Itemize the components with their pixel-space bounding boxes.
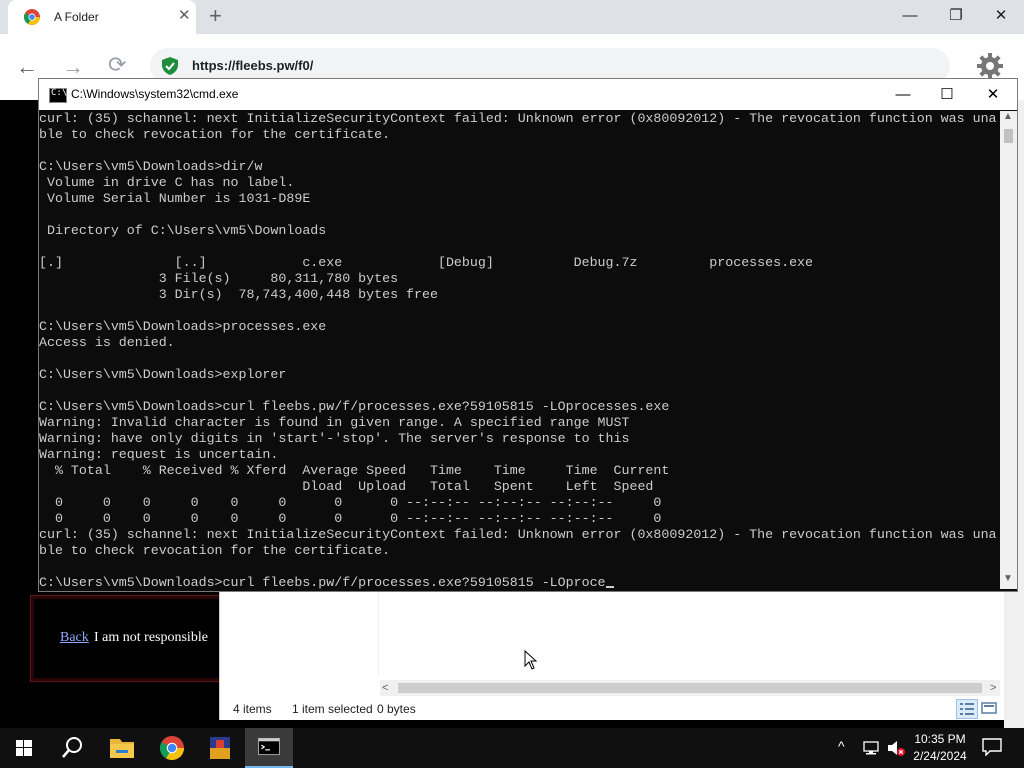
url-text[interactable]: https://fleebs.pw/f0/ bbox=[192, 58, 313, 73]
scroll-up-icon[interactable]: ▲ bbox=[1003, 111, 1013, 122]
console-line: Warning: request is uncertain. bbox=[39, 447, 279, 462]
console-line: Volume in drive C has no label. bbox=[39, 175, 295, 190]
console-line: 0 0 0 0 0 0 0 0 --:--:-- --:--:-- --:--:… bbox=[39, 495, 662, 510]
scrollbar-thumb[interactable] bbox=[1004, 129, 1013, 143]
console-lines: curl: (35) schannel: next InitializeSecu… bbox=[39, 111, 999, 575]
file-explorer-icon[interactable] bbox=[98, 728, 146, 768]
reload-button[interactable]: ⟳ bbox=[108, 52, 126, 78]
cmd-maximize-button[interactable]: ☐ bbox=[925, 83, 969, 107]
console-line: Volume Serial Number is 1031-D89E bbox=[39, 191, 311, 206]
scrollbar-thumb[interactable] bbox=[398, 683, 982, 693]
large-icons-view-icon[interactable] bbox=[980, 700, 998, 716]
console-line: Warning: Invalid character is found in g… bbox=[39, 415, 630, 430]
windows-start-icon[interactable] bbox=[0, 728, 48, 768]
chrome-icon[interactable] bbox=[148, 728, 196, 768]
browser-tab-strip: A Folder ✕ + — ❐ ✕ bbox=[0, 0, 1024, 34]
cmd-minimize-button[interactable]: — bbox=[881, 83, 925, 107]
console-line: Access is denied. bbox=[39, 335, 175, 350]
browser-minimize-button[interactable]: — bbox=[890, 5, 930, 27]
disclaimer-text: I am not responsible bbox=[94, 630, 208, 645]
console-line: [.] [..] c.exe [Debug] Debug.7z processe… bbox=[39, 255, 814, 270]
browser-tab[interactable]: A Folder ✕ bbox=[8, 0, 196, 34]
console-output[interactable]: curl: (35) schannel: next InitializeSecu… bbox=[39, 111, 999, 589]
selection-count: 1 item selected bbox=[292, 702, 373, 716]
tab-title: A Folder bbox=[54, 10, 99, 24]
console-line: Directory of C:\Users\vm5\Downloads bbox=[39, 223, 327, 238]
forward-button[interactable]: → bbox=[62, 54, 84, 80]
console-line: 3 Dir(s) 78,743,400,448 bytes free bbox=[39, 287, 438, 302]
console-line: C:\Users\vm5\Downloads>processes.exe bbox=[39, 319, 327, 334]
cmd-taskbar-icon[interactable] bbox=[245, 728, 293, 768]
console-line: % Total % Received % Xferd Average Speed… bbox=[39, 463, 670, 478]
scroll-down-icon[interactable]: ▼ bbox=[1003, 573, 1013, 584]
app-icon[interactable] bbox=[196, 728, 244, 768]
scroll-right-icon[interactable]: > bbox=[990, 680, 996, 696]
console-line: Dload Upload Total Spent Left Speed bbox=[39, 479, 654, 494]
clock-time[interactable]: 10:35 PM bbox=[912, 732, 968, 746]
cmd-title-bar[interactable]: C:\ C:\Windows\system32\cmd.exe — ☐ ✕ bbox=[39, 79, 1017, 110]
cmd-window[interactable]: C:\ C:\Windows\system32\cmd.exe — ☐ ✕ cu… bbox=[38, 78, 1018, 592]
taskbar: ^ 10:35 PM 2/24/2024 bbox=[0, 728, 1024, 768]
console-line: C:\Users\vm5\Downloads>curl fleebs.pw/f/… bbox=[39, 399, 670, 414]
gear-icon[interactable] bbox=[976, 52, 1004, 80]
search-icon[interactable] bbox=[48, 728, 96, 768]
mouse-cursor-icon bbox=[524, 650, 538, 670]
console-line: C:\Users\vm5\Downloads>explorer bbox=[39, 367, 287, 382]
chrome-icon bbox=[24, 9, 40, 25]
pane-divider[interactable] bbox=[378, 586, 379, 676]
back-button[interactable]: ← bbox=[16, 54, 38, 80]
console-prompt-line: C:\Users\vm5\Downloads>curl fleebs.pw/f/… bbox=[39, 575, 606, 589]
horizontal-scrollbar[interactable]: < > bbox=[380, 680, 1000, 696]
status-bar: 4 items 1 item selected 0 bytes bbox=[220, 698, 1005, 720]
vertical-scrollbar[interactable]: ▲ ▼ bbox=[1000, 111, 1017, 589]
console-line: curl: (35) schannel: next InitializeSecu… bbox=[39, 111, 997, 126]
console-line: 3 File(s) 80,311,780 bytes bbox=[39, 271, 399, 286]
clock-date[interactable]: 2/24/2024 bbox=[908, 749, 972, 763]
action-center-icon[interactable] bbox=[982, 738, 1002, 756]
console-line: Warning: have only digits in 'start'-'st… bbox=[39, 431, 630, 446]
console-line: 0 0 0 0 0 0 0 0 --:--:-- --:--:-- --:--:… bbox=[39, 511, 662, 526]
console-line: C:\Users\vm5\Downloads>dir/w bbox=[39, 159, 263, 174]
console-line: ble to check revocation for the certific… bbox=[39, 543, 391, 558]
scroll-left-icon[interactable]: < bbox=[382, 680, 388, 696]
details-view-icon[interactable] bbox=[956, 699, 978, 719]
shield-check-icon bbox=[162, 57, 178, 75]
cmd-close-button[interactable]: ✕ bbox=[971, 83, 1015, 107]
console-line: ble to check revocation for the certific… bbox=[39, 127, 391, 142]
show-hidden-icons-chevron-icon[interactable]: ^ bbox=[838, 738, 845, 754]
cmd-window-title: C:\Windows\system32\cmd.exe bbox=[71, 87, 239, 101]
item-count: 4 items bbox=[233, 702, 272, 716]
console-icon: C:\ bbox=[49, 88, 67, 103]
volume-muted-icon[interactable] bbox=[886, 739, 906, 757]
console-line: curl: (35) schannel: next InitializeSecu… bbox=[39, 527, 997, 542]
selection-size: 0 bytes bbox=[377, 702, 416, 716]
text-cursor bbox=[605, 586, 614, 588]
browser-maximize-button[interactable]: ❐ bbox=[936, 5, 976, 27]
network-icon[interactable] bbox=[862, 740, 880, 756]
browser-close-button[interactable]: ✕ bbox=[981, 5, 1021, 27]
new-tab-button[interactable]: + bbox=[209, 5, 222, 27]
file-explorer-window: < > 4 items 1 item selected 0 bytes bbox=[219, 586, 1005, 720]
tab-close-icon[interactable]: ✕ bbox=[178, 8, 191, 24]
back-link[interactable]: Back bbox=[60, 630, 89, 646]
